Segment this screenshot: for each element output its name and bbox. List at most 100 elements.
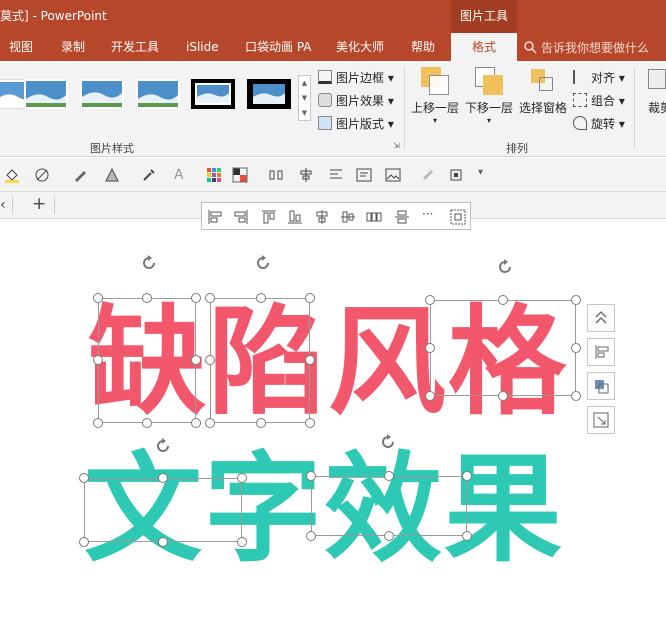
resize-handle[interactable]	[93, 355, 103, 365]
resize-handle[interactable]	[256, 293, 266, 303]
pen-icon[interactable]	[72, 167, 88, 183]
picture-effects-button[interactable]: 图片效果 ▾	[318, 92, 394, 109]
tell-me-search[interactable]: 告诉我你想要做什么	[524, 39, 649, 56]
resize-handle[interactable]	[205, 355, 215, 365]
bring-forward-button[interactable]: 上移一层 ▾	[408, 67, 462, 125]
resize-handle[interactable]	[79, 473, 89, 483]
resize-handle[interactable]	[305, 293, 315, 303]
fill-color-icon[interactable]	[232, 167, 248, 183]
align-objects-button[interactable]	[587, 338, 615, 366]
align-middle-icon[interactable]	[340, 209, 356, 225]
resize-handle[interactable]	[425, 391, 435, 401]
resize-handle[interactable]	[142, 293, 152, 303]
distribute-horizontal-icon[interactable]	[366, 209, 382, 225]
more-options-icon[interactable]: ···	[422, 207, 438, 223]
resize-handle[interactable]	[498, 295, 508, 305]
add-tab-icon[interactable]: +	[32, 194, 46, 214]
send-backward-button[interactable]: 下移一层 ▾	[462, 67, 516, 125]
resize-handle[interactable]	[306, 471, 316, 481]
arrange-objects-button[interactable]	[587, 372, 615, 400]
tab-record[interactable]: 录制	[61, 33, 85, 61]
align-top-icon[interactable]	[261, 209, 277, 225]
resize-handle[interactable]	[571, 295, 581, 305]
picture-icon[interactable]	[385, 167, 401, 183]
align-left-icon[interactable]	[207, 209, 223, 225]
picture-style-thumb[interactable]	[191, 79, 235, 109]
color-grid-icon[interactable]	[206, 167, 222, 183]
tab-scroll-left-icon[interactable]: ‹	[0, 197, 6, 213]
resize-handle[interactable]	[498, 391, 508, 401]
rotate-handle-icon[interactable]	[495, 257, 515, 277]
resize-handle[interactable]	[462, 531, 472, 541]
layout-options-button[interactable]	[587, 304, 615, 332]
resize-handle[interactable]	[93, 418, 103, 428]
picture-layout-button[interactable]: 图片版式 ▾	[318, 115, 394, 132]
resize-handle[interactable]	[191, 355, 201, 365]
distribute-vertical-icon[interactable]	[394, 209, 410, 225]
chevron-up-icon[interactable]: ▲	[299, 76, 310, 91]
textbox-icon[interactable]	[356, 167, 372, 183]
selection-pane-button[interactable]: 选择窗格	[516, 67, 570, 116]
resize-handle[interactable]	[384, 471, 394, 481]
picture-style-thumb[interactable]	[136, 79, 180, 109]
resize-handle[interactable]	[93, 293, 103, 303]
resize-handle[interactable]	[256, 418, 266, 428]
selection-box[interactable]	[84, 478, 242, 542]
selection-box[interactable]	[430, 300, 576, 396]
selection-box[interactable]	[210, 298, 310, 423]
picture-style-thumb[interactable]	[80, 79, 124, 109]
tab-help[interactable]: 帮助	[411, 33, 435, 61]
resize-handle[interactable]	[425, 295, 435, 305]
resize-handle[interactable]	[237, 473, 247, 483]
font-color-icon[interactable]: A	[174, 167, 190, 183]
align-right-icon[interactable]	[233, 209, 249, 225]
selection-box[interactable]	[98, 298, 196, 423]
resize-handle[interactable]	[158, 537, 168, 547]
group-objects-icon[interactable]	[450, 209, 466, 225]
format-painter-icon[interactable]	[420, 167, 436, 183]
group-button[interactable]: 组合 ▾	[573, 92, 625, 109]
tab-format[interactable]: 格式	[451, 33, 517, 61]
shape-outline-icon[interactable]	[34, 167, 50, 183]
eyedropper-icon[interactable]	[141, 167, 157, 183]
resize-handle[interactable]	[237, 537, 247, 547]
resize-objects-button[interactable]	[587, 406, 615, 434]
distribute-icon[interactable]	[268, 167, 284, 183]
rotate-handle-icon[interactable]	[253, 253, 273, 273]
resize-handle[interactable]	[158, 473, 168, 483]
paint-bucket-icon[interactable]	[4, 167, 20, 183]
align-button[interactable]: 对齐 ▾	[573, 69, 625, 86]
tab-developer[interactable]: 开发工具	[111, 33, 159, 61]
picture-style-thumb[interactable]	[247, 79, 291, 109]
align-center-icon[interactable]	[298, 167, 314, 183]
rotate-button[interactable]: 旋转 ▾	[573, 115, 625, 132]
resize-handle[interactable]	[191, 418, 201, 428]
resize-handle[interactable]	[384, 531, 394, 541]
picture-style-thumb[interactable]	[24, 79, 68, 109]
selection-box[interactable]	[311, 476, 467, 536]
crop-button[interactable]: 裁剪	[636, 67, 666, 116]
rotate-handle-icon[interactable]	[378, 432, 398, 452]
resize-handle[interactable]	[305, 418, 315, 428]
picture-border-button[interactable]: 图片边框 ▾	[318, 69, 394, 86]
tab-pocket-animation[interactable]: 口袋动画 PA	[245, 33, 312, 61]
chevron-down-icon[interactable]: ▼	[299, 91, 310, 106]
resize-handle[interactable]	[191, 293, 201, 303]
text-align-icon[interactable]	[328, 167, 344, 183]
tab-islide[interactable]: iSlide	[186, 33, 219, 61]
tab-view[interactable]: 视图	[9, 33, 33, 61]
resize-handle[interactable]	[142, 418, 152, 428]
resize-handle[interactable]	[205, 293, 215, 303]
rotate-handle-icon[interactable]	[139, 253, 159, 273]
more-commands-icon[interactable]: ▾	[478, 167, 494, 183]
resize-handle[interactable]	[306, 531, 316, 541]
shape-effects-icon[interactable]	[104, 167, 120, 183]
gallery-scroll[interactable]: ▲ ▼ ▼	[298, 75, 311, 121]
resize-handle[interactable]	[571, 343, 581, 353]
crop-frame-icon[interactable]	[448, 167, 464, 183]
resize-handle[interactable]	[425, 343, 435, 353]
resize-handle[interactable]	[571, 391, 581, 401]
dialog-launcher-icon[interactable]: ⇲	[393, 141, 400, 150]
resize-handle[interactable]	[462, 471, 472, 481]
resize-handle[interactable]	[305, 355, 315, 365]
